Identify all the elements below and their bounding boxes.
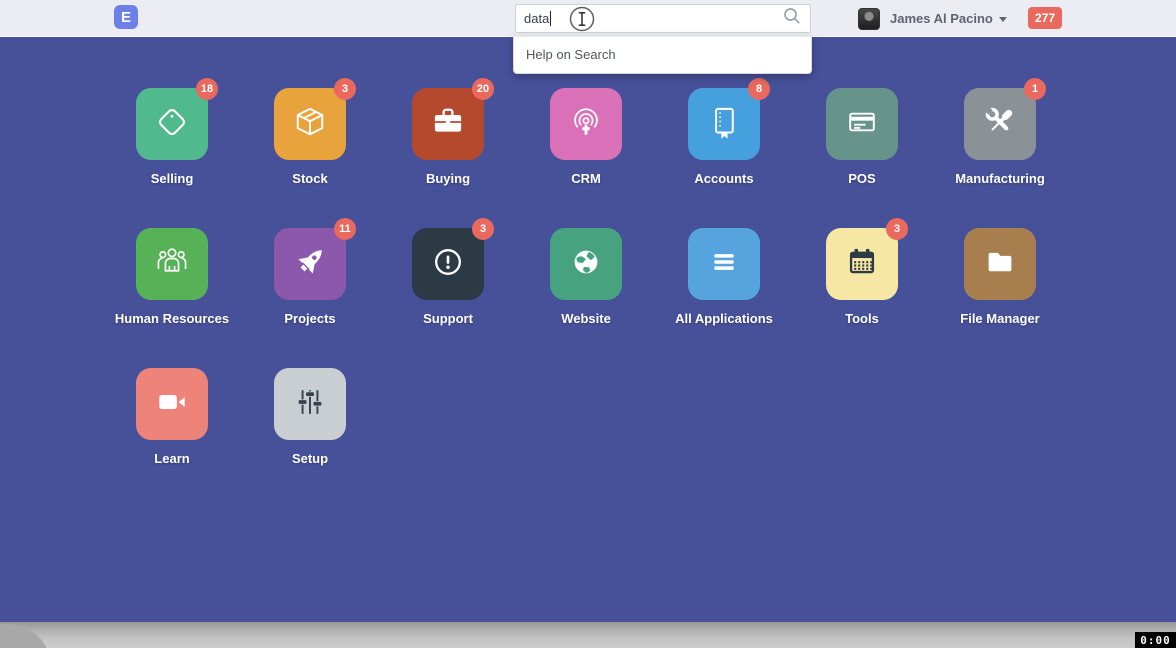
globe-icon bbox=[565, 241, 607, 288]
module-label: Website bbox=[561, 311, 611, 326]
module-tile-selling[interactable]: 18 bbox=[136, 88, 208, 160]
text-caret bbox=[550, 11, 551, 26]
module-tile-crm[interactable] bbox=[550, 88, 622, 160]
people-group-icon bbox=[151, 241, 193, 288]
window-footer bbox=[0, 622, 1176, 648]
module-tile-projects[interactable]: 11 bbox=[274, 228, 346, 300]
folder-icon bbox=[979, 241, 1021, 288]
desk-background: 18Selling 3Stock 20Buying CRM 8Accounts … bbox=[0, 38, 1176, 622]
module-grid: 18Selling 3Stock 20Buying CRM 8Accounts … bbox=[103, 88, 1069, 508]
module-cell-stock: 3 Stock bbox=[241, 88, 379, 228]
module-label: Selling bbox=[151, 171, 194, 186]
briefcase-icon bbox=[427, 101, 469, 148]
module-tile-all-applications[interactable] bbox=[688, 228, 760, 300]
module-tile-setup[interactable] bbox=[274, 368, 346, 440]
module-tile-support[interactable]: 3 bbox=[412, 228, 484, 300]
module-label: Human Resources bbox=[115, 311, 229, 326]
search-suggestions-dropdown: Help on Search bbox=[513, 36, 812, 74]
module-cell-support: 3 Support bbox=[379, 228, 517, 368]
app-logo[interactable]: E bbox=[114, 5, 138, 29]
module-label: Projects bbox=[284, 311, 335, 326]
module-count-badge: 8 bbox=[748, 78, 770, 100]
module-cell-pos: POS bbox=[793, 88, 931, 228]
module-count-badge: 3 bbox=[334, 78, 356, 100]
module-count-badge: 20 bbox=[472, 78, 494, 100]
sliders-icon bbox=[289, 381, 331, 428]
module-tile-website[interactable] bbox=[550, 228, 622, 300]
screen-recorder-timer: 0:00 bbox=[1135, 632, 1176, 648]
module-count-badge: 3 bbox=[472, 218, 494, 240]
module-label: Buying bbox=[426, 171, 470, 186]
global-search-input[interactable]: data bbox=[515, 4, 811, 33]
module-tile-pos[interactable] bbox=[826, 88, 898, 160]
module-label: Setup bbox=[292, 451, 328, 466]
rocket-icon bbox=[289, 241, 331, 288]
mouse-cursor-icon bbox=[567, 4, 597, 39]
module-tile-learn[interactable] bbox=[136, 368, 208, 440]
calendar-icon bbox=[841, 241, 883, 288]
module-cell-selling: 18 Selling bbox=[103, 88, 241, 228]
module-tile-accounts[interactable]: 8 bbox=[688, 88, 760, 160]
module-cell-projects: 11 Projects bbox=[241, 228, 379, 368]
alert-circle-icon bbox=[427, 241, 469, 288]
module-cell-setup: Setup bbox=[241, 368, 379, 508]
module-cell-human-resources: Human Resources bbox=[103, 228, 241, 368]
module-cell-learn: Learn bbox=[103, 368, 241, 508]
module-cell-file-manager: File Manager bbox=[931, 228, 1069, 368]
ledger-book-icon bbox=[703, 101, 745, 148]
module-count-badge: 11 bbox=[334, 218, 356, 240]
search-query-text: data bbox=[524, 11, 549, 26]
module-label: Support bbox=[423, 311, 473, 326]
search-icon[interactable] bbox=[782, 6, 802, 31]
tag-icon bbox=[151, 101, 193, 148]
person-broadcast-icon bbox=[565, 101, 607, 148]
module-tile-human-resources[interactable] bbox=[136, 228, 208, 300]
help-on-search-item[interactable]: Help on Search bbox=[514, 37, 811, 73]
credit-card-icon bbox=[841, 101, 883, 148]
module-count-badge: 18 bbox=[196, 78, 218, 100]
module-label: All Applications bbox=[675, 311, 773, 326]
module-tile-stock[interactable]: 3 bbox=[274, 88, 346, 160]
box-icon bbox=[289, 101, 331, 148]
user-name-label: James Al Pacino bbox=[890, 11, 993, 26]
module-label: Learn bbox=[154, 451, 189, 466]
module-count-badge: 1 bbox=[1024, 78, 1046, 100]
module-label: File Manager bbox=[960, 311, 1039, 326]
chevron-down-icon bbox=[999, 17, 1007, 22]
module-label: CRM bbox=[571, 171, 601, 186]
module-cell-tools: 3 Tools bbox=[793, 228, 931, 368]
module-count-badge: 3 bbox=[886, 218, 908, 240]
notifications-count-badge[interactable]: 277 bbox=[1028, 7, 1062, 29]
module-tile-buying[interactable]: 20 bbox=[412, 88, 484, 160]
module-label: Accounts bbox=[694, 171, 753, 186]
module-label: Manufacturing bbox=[955, 171, 1045, 186]
module-label: POS bbox=[848, 171, 875, 186]
module-tile-manufacturing[interactable]: 1 bbox=[964, 88, 1036, 160]
video-camera-icon bbox=[151, 381, 193, 428]
menu-icon bbox=[703, 241, 745, 288]
wrench-screwdriver-icon bbox=[979, 101, 1021, 148]
module-cell-website: Website bbox=[517, 228, 655, 368]
user-avatar[interactable] bbox=[858, 8, 880, 30]
module-cell-crm: CRM bbox=[517, 88, 655, 228]
module-cell-all-applications: All Applications bbox=[655, 228, 793, 368]
module-cell-manufacturing: 1 Manufacturing bbox=[931, 88, 1069, 228]
module-label: Tools bbox=[845, 311, 879, 326]
module-label: Stock bbox=[292, 171, 327, 186]
module-tile-tools[interactable]: 3 bbox=[826, 228, 898, 300]
module-tile-file-manager[interactable] bbox=[964, 228, 1036, 300]
module-cell-buying: 20 Buying bbox=[379, 88, 517, 228]
module-cell-accounts: 8 Accounts bbox=[655, 88, 793, 228]
user-menu[interactable]: James Al Pacino bbox=[858, 0, 1007, 37]
